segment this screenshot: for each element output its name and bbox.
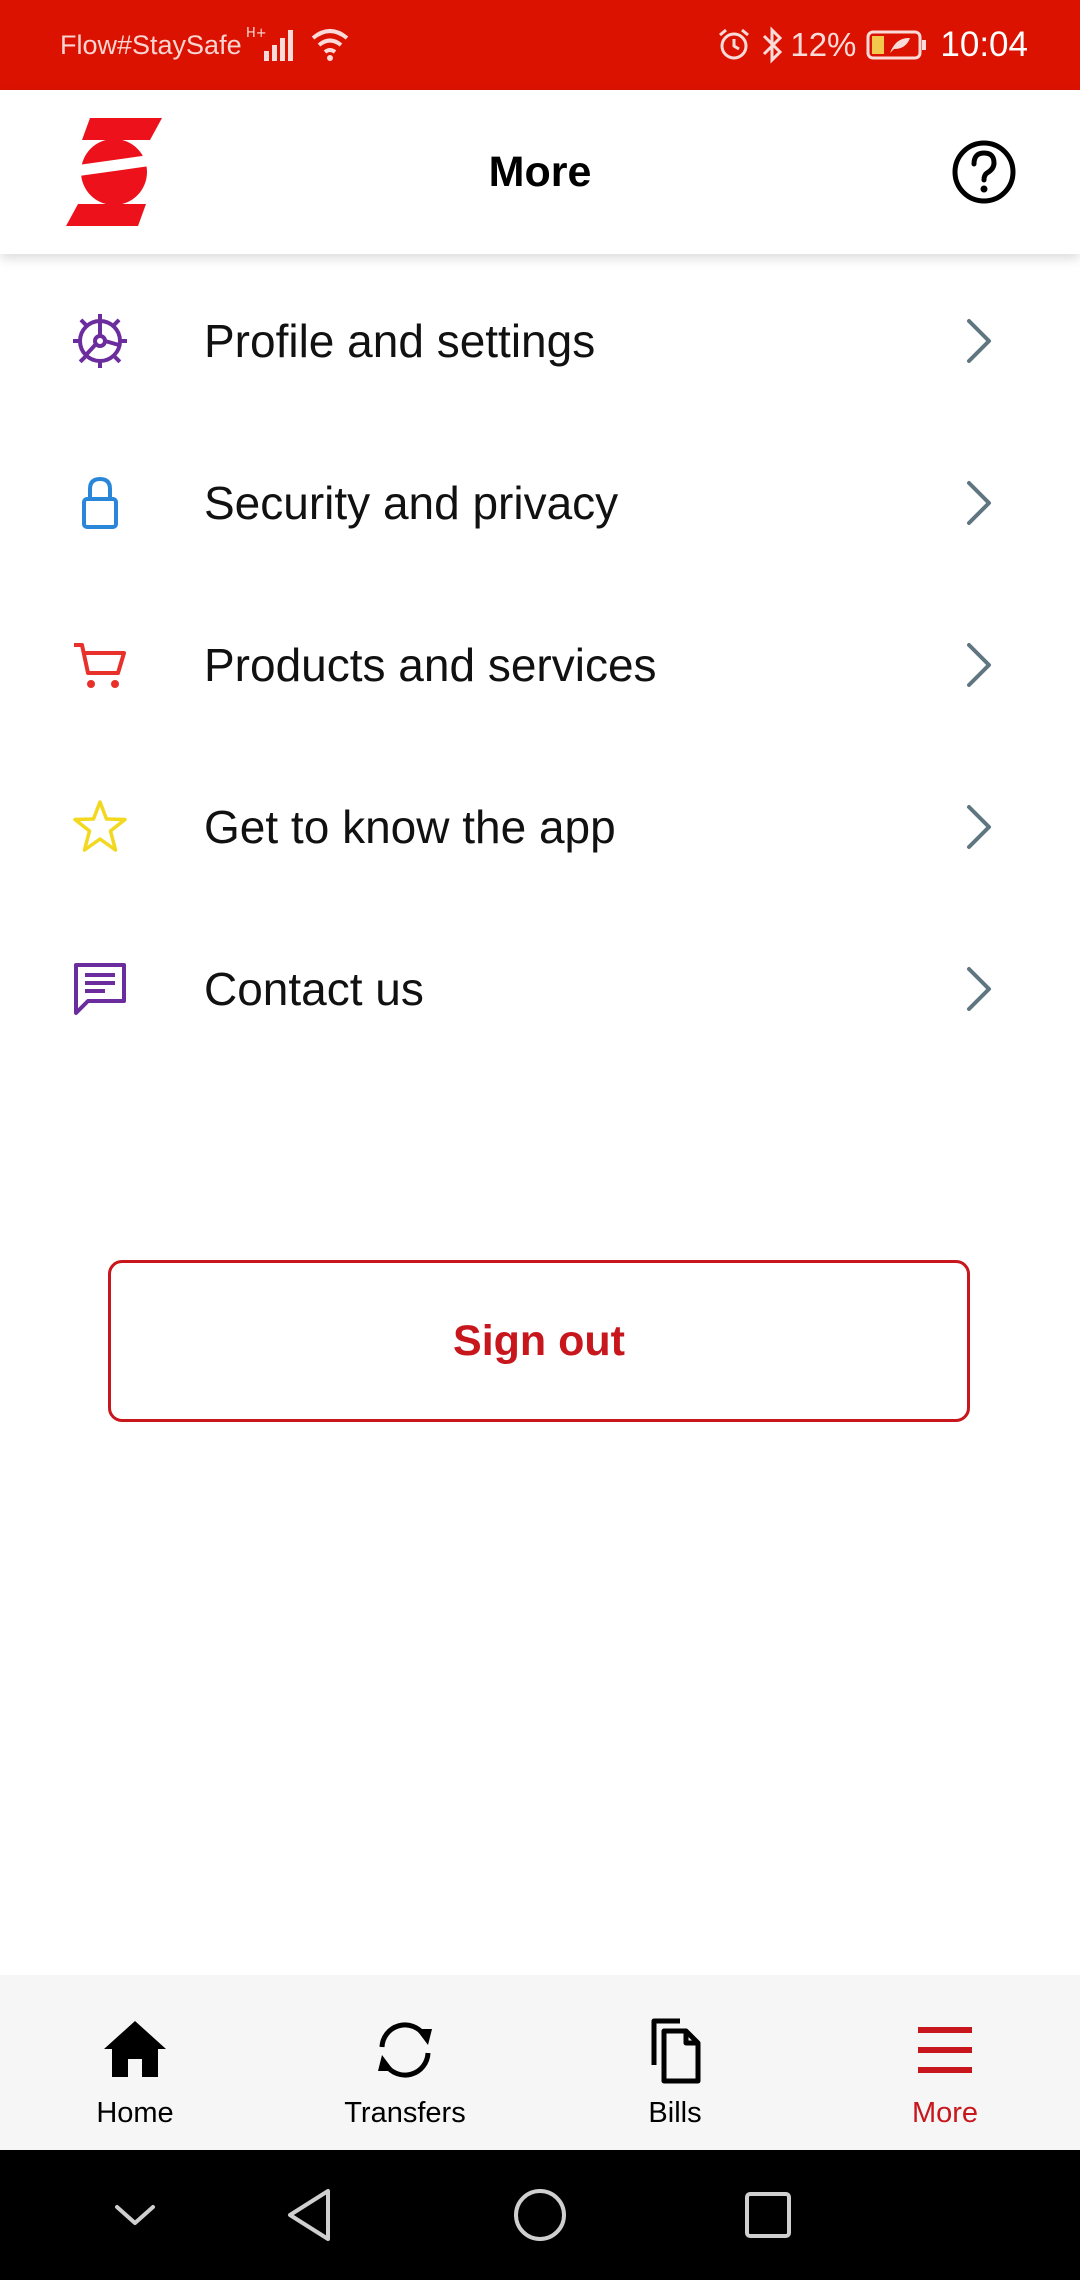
bills-icon <box>651 2018 701 2084</box>
home-circle-icon[interactable] <box>510 2183 570 2247</box>
back-triangle-icon[interactable] <box>282 2183 338 2247</box>
nav-tab-label: Transfers <box>344 2097 466 2129</box>
nav-tab-more[interactable]: More <box>810 1975 1080 2150</box>
nav-tab-bills[interactable]: Bills <box>540 1975 810 2150</box>
chevron-right-icon <box>967 319 991 363</box>
svg-text:H+: H+ <box>246 26 267 41</box>
app-bar: More <box>0 90 1080 254</box>
menu-item-label: Security and privacy <box>204 477 619 529</box>
home-icon <box>104 2021 166 2077</box>
nav-tab-transfers[interactable]: Transfers <box>270 1975 540 2150</box>
clock: 10:04 <box>940 25 1028 64</box>
carrier-name: Flow#StaySafe <box>60 30 242 60</box>
menu-item-label: Profile and settings <box>204 315 596 367</box>
chevron-right-icon <box>967 643 991 687</box>
menu-item-profile-settings[interactable]: Profile and settings <box>0 260 1080 422</box>
battery-percent: 12% <box>790 26 857 63</box>
page-title: More <box>488 148 592 196</box>
menu-item-label: Products and services <box>204 639 657 691</box>
help-circle-icon[interactable] <box>951 139 1017 205</box>
chevron-right-icon <box>967 805 991 849</box>
menu-item-security-privacy[interactable]: Security and privacy <box>0 422 1080 584</box>
battery-icon <box>866 30 927 60</box>
menu-item-contact-us[interactable]: Contact us <box>0 908 1080 1070</box>
nav-tab-label: Home <box>96 2097 174 2129</box>
gear-icon <box>73 314 127 368</box>
recents-square-icon[interactable] <box>742 2183 794 2247</box>
nav-tab-home[interactable]: Home <box>0 1975 270 2150</box>
system-nav-bar <box>0 2150 1080 2280</box>
menu-item-get-to-know-app[interactable]: Get to know the app <box>0 746 1080 908</box>
menu-item-label: Get to know the app <box>204 801 616 853</box>
chevron-right-icon <box>967 967 991 1011</box>
status-icons: 12% 10:04 <box>716 0 1028 90</box>
cart-icon <box>74 643 126 688</box>
sign-out-button[interactable]: Sign out <box>108 1260 970 1422</box>
bluetooth-icon <box>763 26 783 64</box>
lock-icon <box>82 476 118 529</box>
nav-tab-label: More <box>911 2097 979 2129</box>
wifi-icon <box>311 29 349 61</box>
status-bar: Flow#StaySafe H+ 12% 10:04 <box>0 0 1080 90</box>
signal-icon: H+ <box>246 26 293 61</box>
collapse-chevron-icon[interactable] <box>112 2183 158 2247</box>
transfers-icon <box>378 2022 432 2078</box>
hamburger-icon <box>918 2027 972 2073</box>
menu-item-label: Contact us <box>204 963 424 1015</box>
menu-item-products-services[interactable]: Products and services <box>0 584 1080 746</box>
nav-tab-label: Bills <box>648 2097 702 2129</box>
bottom-nav: Home Transfers Bills More <box>0 1975 1080 2150</box>
star-icon <box>73 800 127 852</box>
chevron-right-icon <box>967 481 991 525</box>
chat-icon <box>74 963 126 1015</box>
alarm-icon <box>719 28 750 60</box>
more-menu: Profile and settings Security and privac… <box>0 260 1080 1070</box>
